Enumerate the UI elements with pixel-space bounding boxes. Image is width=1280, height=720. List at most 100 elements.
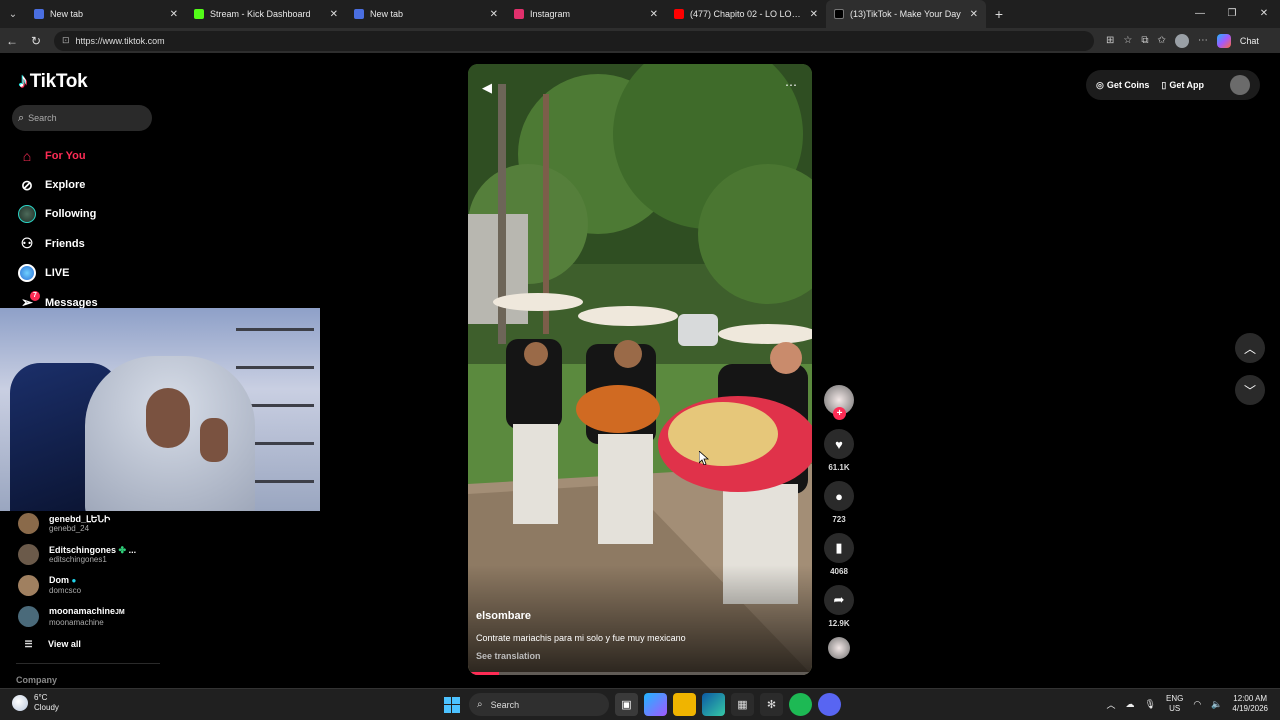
tab-kick-dashboard[interactable]: Stream - Kick Dashboard ✕ [186, 0, 346, 28]
search-icon: ⌕ [477, 699, 483, 710]
previous-video-button[interactable]: ︿ [1235, 333, 1265, 363]
edge-browser-icon[interactable] [702, 693, 725, 716]
account-name: genebd_ԼԵՆԻ [49, 513, 111, 524]
list-item[interactable]: moonamachineJM moonamachine [18, 601, 168, 632]
list-item[interactable]: Dom ● domcsco [18, 570, 168, 601]
sidebar-item-following[interactable]: Following [16, 200, 176, 229]
get-app-label: Get App [1169, 80, 1204, 90]
app-available-icon[interactable]: ⊞ [1106, 35, 1114, 46]
sidebar-item-live[interactable]: LIVE [16, 259, 176, 288]
app-icon[interactable]: ✻ [760, 693, 783, 716]
back-icon[interactable]: ← [0, 34, 24, 48]
extensions-icon[interactable]: ⧉ [1141, 35, 1148, 46]
tab-new-tab-2[interactable]: New tab ✕ [346, 0, 506, 28]
weather-temp: 6°C [34, 693, 48, 702]
tab-favicon [34, 9, 44, 19]
avatar [18, 606, 39, 627]
more-icon[interactable]: ⋯ [1198, 35, 1208, 46]
tab-favicon [834, 9, 844, 19]
volume-icon[interactable]: ◀ [482, 80, 492, 96]
taskbar-search[interactable]: ⌕ Search [469, 693, 609, 716]
language-indicator[interactable]: ENG US [1166, 694, 1183, 714]
chat-button[interactable]: Chat [1240, 36, 1259, 46]
clock[interactable]: 12:00 AM 4/19/2026 [1232, 694, 1268, 714]
mouse-cursor-icon [699, 451, 709, 465]
tab-youtube[interactable]: (477) Chapito 02 - LO LOGRE (Vid... ✕ [666, 0, 826, 28]
see-translation-link[interactable]: See translation [476, 651, 541, 661]
windows-taskbar: 6°C Cloudy ⌕ Search ▣ ▦ ✻ ︿ ☁ 🎙 ENG US ◠… [0, 688, 1280, 720]
chevron-up-icon[interactable]: ︿ [1107, 698, 1116, 711]
bookmark-icon[interactable]: ▮ [824, 533, 854, 563]
spotify-icon[interactable] [789, 693, 812, 716]
tab-tiktok[interactable]: (13)TikTok - Make Your Day ✕ [826, 0, 986, 28]
get-coins-button[interactable]: ◎ Get Coins [1096, 80, 1149, 91]
refresh-icon[interactable]: ↻ [24, 34, 48, 48]
store-icon[interactable]: ▦ [731, 693, 754, 716]
maximize-icon[interactable]: ❐ [1216, 0, 1248, 28]
video-player[interactable]: ◀ ⋯ elsombare Contrate mariachis para mi… [468, 64, 812, 675]
task-view-icon[interactable]: ▣ [615, 693, 638, 716]
new-tab-button[interactable]: + [986, 6, 1012, 22]
close-icon[interactable]: ✕ [490, 9, 498, 20]
favorites-icon[interactable]: ✩ [1158, 35, 1166, 46]
copilot-app-icon[interactable] [644, 693, 667, 716]
follow-plus-icon[interactable]: + [833, 407, 846, 420]
list-item[interactable]: Editschingones ✤ ... editschingones1 [18, 539, 168, 570]
close-icon[interactable]: ✕ [330, 9, 338, 20]
url-text: https://www.tiktok.com [75, 35, 165, 46]
sidebar-divider [16, 663, 160, 664]
save-action: ▮ 4068 [822, 533, 856, 579]
url-field[interactable]: ⊡ https://www.tiktok.com [54, 30, 1094, 51]
list-item[interactable]: genebd_ԼԵՆԻ genebd_24 [18, 508, 168, 539]
favorite-star-icon[interactable]: ☆ [1123, 35, 1132, 46]
close-icon[interactable]: ✕ [970, 9, 978, 20]
music-disc-avatar[interactable] [828, 637, 850, 659]
sidebar-item-label: LIVE [45, 267, 70, 280]
search-input[interactable] [28, 113, 139, 123]
weather-widget[interactable]: 6°C Cloudy [12, 693, 59, 713]
tab-new-tab-1[interactable]: New tab ✕ [26, 0, 186, 28]
tab-label: New tab [50, 9, 84, 19]
tab-label: (477) Chapito 02 - LO LOGRE (Vid... [690, 9, 804, 19]
view-all-button[interactable]: ☰ View all [18, 632, 168, 656]
comment-icon[interactable]: ● [824, 481, 854, 511]
site-info-icon[interactable]: ⊡ [62, 35, 70, 46]
copilot-icon[interactable] [1216, 33, 1231, 48]
tab-actions-menu[interactable]: ⌄ [0, 0, 26, 28]
speaker-icon[interactable]: 🔈 [1211, 699, 1222, 710]
window-close-icon[interactable]: ✕ [1248, 0, 1280, 28]
windows-logo-icon [443, 696, 460, 713]
discord-icon[interactable] [818, 693, 841, 716]
tab-label: New tab [370, 9, 404, 19]
creator-avatar[interactable]: + [824, 385, 854, 420]
file-explorer-icon[interactable] [673, 693, 696, 716]
close-icon[interactable]: ✕ [810, 9, 818, 20]
more-options-icon[interactable]: ⋯ [785, 78, 798, 92]
start-button[interactable] [440, 693, 463, 716]
share-icon[interactable]: ➦ [824, 585, 854, 615]
video-progress-bar[interactable] [468, 672, 812, 675]
onedrive-icon[interactable]: ☁ [1126, 699, 1135, 710]
company-link[interactable]: Company [16, 675, 57, 685]
messages-badge: 7 [30, 290, 40, 301]
sidebar-item-friends[interactable]: ⚇ Friends [16, 229, 176, 258]
wifi-icon[interactable]: ◠ [1193, 699, 1201, 710]
heart-icon[interactable]: ♥ [824, 429, 854, 459]
minimize-icon[interactable]: — [1184, 0, 1216, 28]
get-app-button[interactable]: ▯ Get App [1161, 80, 1204, 91]
user-avatar[interactable] [1230, 75, 1250, 95]
next-video-button[interactable]: ﹀ [1235, 375, 1265, 405]
tiktok-logo[interactable]: ♪ TikTok [18, 70, 88, 93]
video-caption: Contrate mariachis para mi solo y fue mu… [476, 633, 686, 643]
profile-avatar[interactable] [1174, 33, 1189, 48]
microphone-icon[interactable]: 🎙 [1145, 699, 1156, 710]
search-icon[interactable]: ⌕ [18, 112, 24, 125]
close-icon[interactable]: ✕ [170, 9, 178, 20]
sidebar-item-for-you[interactable]: ⌂ For You [16, 141, 176, 170]
video-author[interactable]: elsombare [476, 610, 531, 622]
tab-instagram[interactable]: Instagram ✕ [506, 0, 666, 28]
friends-icon: ⚇ [20, 235, 34, 252]
close-icon[interactable]: ✕ [650, 9, 658, 20]
account-name: Dom [49, 575, 69, 585]
sidebar-item-explore[interactable]: ⊘ Explore [16, 170, 176, 199]
